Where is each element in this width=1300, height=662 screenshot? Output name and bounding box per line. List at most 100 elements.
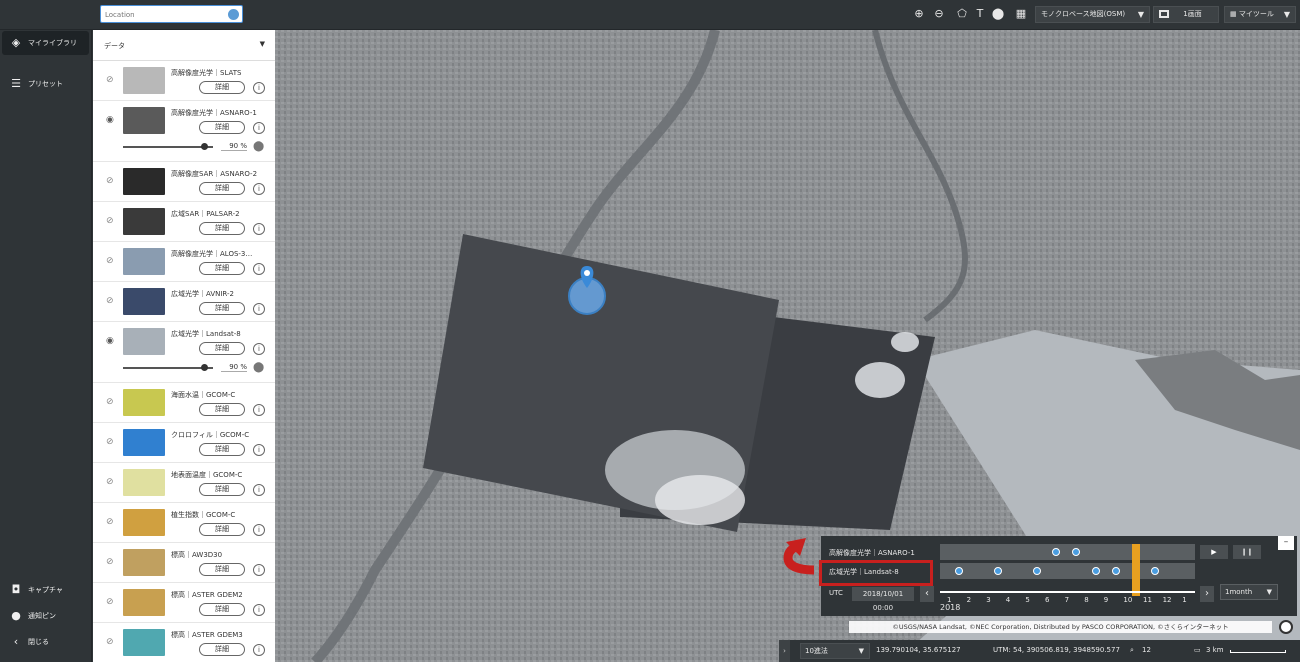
eye-off-icon[interactable]: ⊘ xyxy=(106,638,117,647)
timeline-observation[interactable] xyxy=(1072,548,1080,556)
expand-handle-icon[interactable]: › xyxy=(779,640,790,662)
opacity-value[interactable]: 90 % xyxy=(221,363,247,372)
timeline-observation[interactable] xyxy=(1033,567,1041,575)
detail-button[interactable]: 詳細 xyxy=(199,81,245,94)
info-icon[interactable]: i xyxy=(253,564,265,576)
detail-button[interactable]: 詳細 xyxy=(199,443,245,456)
eye-off-icon[interactable]: ⊘ xyxy=(106,558,117,567)
pause-button[interactable]: ❙❙ xyxy=(1233,545,1261,559)
layer-item[interactable]: ⊘ 高解像度SAR｜ASNARO-2 詳細 i xyxy=(93,162,275,202)
timeline-next-button[interactable]: › xyxy=(1200,586,1214,602)
timeline-track-asnaro[interactable] xyxy=(940,544,1195,560)
location-search-input[interactable] xyxy=(105,8,223,21)
timeline-observation[interactable] xyxy=(994,567,1002,575)
info-icon[interactable]: i xyxy=(253,82,265,94)
polygon-icon[interactable]: ⬠ xyxy=(955,7,969,21)
info-icon[interactable]: i xyxy=(253,303,265,315)
eye-off-icon[interactable]: ⊘ xyxy=(106,297,117,306)
layer-item[interactable]: ⊘ クロロフィル｜GCOM-C 詳細 i xyxy=(93,423,275,463)
info-icon[interactable]: i xyxy=(253,524,265,536)
detail-button[interactable]: 詳細 xyxy=(199,262,245,275)
layer-item[interactable]: ⊘ 標高｜ASTER GDEM3 詳細 i xyxy=(93,623,275,662)
info-icon[interactable]: i xyxy=(253,183,265,195)
layer-item[interactable]: ⊘ 高解像度光学｜SLATS 詳細 i xyxy=(93,61,275,101)
info-icon[interactable]: i xyxy=(253,122,265,134)
opacity-slider[interactable] xyxy=(123,143,213,150)
timeline-observation[interactable] xyxy=(955,567,963,575)
nav-my-library[interactable]: ◈ マイライブラリ xyxy=(2,31,89,55)
timeline-observation[interactable] xyxy=(1092,567,1100,575)
info-icon[interactable]: i xyxy=(253,404,265,416)
layer-item[interactable]: ◉ 広域光学｜Landsat-8 詳細 i 90 % ⬤ xyxy=(93,322,275,383)
timeline-prev-button[interactable]: ‹ xyxy=(920,586,934,602)
eye-icon[interactable]: ◉ xyxy=(106,116,117,125)
detail-button[interactable]: 詳細 xyxy=(199,302,245,315)
eye-off-icon[interactable]: ⊘ xyxy=(106,177,117,186)
detail-button[interactable]: 詳細 xyxy=(199,483,245,496)
layer-item[interactable]: ⊘ 海面水温｜GCOM-C 詳細 i xyxy=(93,383,275,423)
info-icon[interactable]: i xyxy=(253,263,265,275)
layer-item[interactable]: ⊘ 標高｜ASTER GDEM2 詳細 i xyxy=(93,583,275,623)
marker-icon[interactable]: ⬤ xyxy=(991,7,1005,21)
eye-off-icon[interactable]: ⊘ xyxy=(106,598,117,607)
eye-off-icon[interactable]: ⊘ xyxy=(106,398,117,407)
eye-off-icon[interactable]: ⊘ xyxy=(106,76,117,85)
info-icon[interactable]: i xyxy=(253,444,265,456)
search-icon[interactable] xyxy=(228,9,239,20)
info-icon[interactable]: i xyxy=(253,223,265,235)
detail-button[interactable]: 詳細 xyxy=(199,643,245,656)
detail-button[interactable]: 詳細 xyxy=(199,563,245,576)
info-icon[interactable]: i xyxy=(253,343,265,355)
timeline-axis[interactable] xyxy=(940,591,1195,593)
location-pin-icon[interactable]: ⬤ xyxy=(253,141,264,152)
nav-preset[interactable]: ☰ プリセット xyxy=(2,72,89,96)
location-search[interactable] xyxy=(100,5,243,23)
text-icon[interactable]: T xyxy=(973,7,987,21)
zoom-in-icon[interactable]: ⊕ xyxy=(912,7,926,21)
detail-button[interactable]: 詳細 xyxy=(199,182,245,195)
eye-off-icon[interactable]: ⊘ xyxy=(106,518,117,527)
eye-off-icon[interactable]: ⊘ xyxy=(106,257,117,266)
detail-button[interactable]: 詳細 xyxy=(199,222,245,235)
nav-close[interactable]: ‹ 閉じる xyxy=(2,630,89,654)
basemap-select[interactable]: モノクロベース地図(OSM) ▼ xyxy=(1035,6,1150,23)
timeline-observation[interactable] xyxy=(1112,567,1120,575)
slider-knob[interactable] xyxy=(200,364,208,371)
layer-item[interactable]: ⊘ 地表面温度｜GCOM-C 詳細 i xyxy=(93,463,275,503)
layer-item[interactable]: ⊘ 植生指数｜GCOM-C 詳細 i xyxy=(93,503,275,543)
nav-notify-pin[interactable]: ● 通知ピン xyxy=(2,604,89,628)
timeline-date[interactable]: 2018/10/01 00:00 xyxy=(852,587,914,612)
interval-select[interactable]: 1month ▼ xyxy=(1220,584,1278,600)
info-icon[interactable]: i xyxy=(253,484,265,496)
layer-item[interactable]: ⊘ 広域光学｜AVNIR-2 詳細 i xyxy=(93,282,275,322)
timeline-observation[interactable] xyxy=(1052,548,1060,556)
info-icon[interactable]: i xyxy=(253,644,265,656)
detail-button[interactable]: 詳細 xyxy=(199,403,245,416)
slider-knob[interactable] xyxy=(200,143,208,150)
layer-item[interactable]: ⊘ 標高｜AW3D30 詳細 i xyxy=(93,543,275,583)
caret-down-icon[interactable]: ▼ xyxy=(260,40,265,48)
screen-layout-select[interactable]: 1画面 xyxy=(1153,6,1219,23)
layer-item[interactable]: ◉ 高解像度光学｜ASNARO-1 詳細 i 90 % ⬤ xyxy=(93,101,275,162)
detail-button[interactable]: 詳細 xyxy=(199,121,245,134)
opacity-value[interactable]: 90 % xyxy=(221,142,247,151)
grid-icon[interactable]: ▦ xyxy=(1014,7,1028,21)
timeline-track-landsat[interactable] xyxy=(940,563,1195,579)
timeline-observation[interactable] xyxy=(1151,567,1159,575)
info-icon[interactable]: i xyxy=(253,604,265,616)
layer-item[interactable]: ⊘ 高解像度光学｜ALOS-3… 詳細 i xyxy=(93,242,275,282)
eye-off-icon[interactable]: ⊘ xyxy=(106,438,117,447)
nav-capture[interactable]: ◘ キャプチャ xyxy=(2,578,89,602)
location-pin-icon[interactable]: ⬤ xyxy=(253,362,264,373)
eye-icon[interactable]: ◉ xyxy=(106,337,117,346)
data-panel-header[interactable]: データ ▼ xyxy=(93,30,275,61)
coord-format-select[interactable]: 10進法 ▼ xyxy=(800,643,870,659)
opacity-slider[interactable] xyxy=(123,364,213,371)
minimize-button[interactable]: – xyxy=(1278,536,1294,550)
mytools-menu[interactable]: ▦ マイツール ▼ xyxy=(1224,6,1296,23)
zoom-out-icon[interactable]: ⊖ xyxy=(932,7,946,21)
detail-button[interactable]: 詳細 xyxy=(199,523,245,536)
eye-off-icon[interactable]: ⊘ xyxy=(106,217,117,226)
layer-item[interactable]: ⊘ 広域SAR｜PALSAR-2 詳細 i xyxy=(93,202,275,242)
detail-button[interactable]: 詳細 xyxy=(199,342,245,355)
